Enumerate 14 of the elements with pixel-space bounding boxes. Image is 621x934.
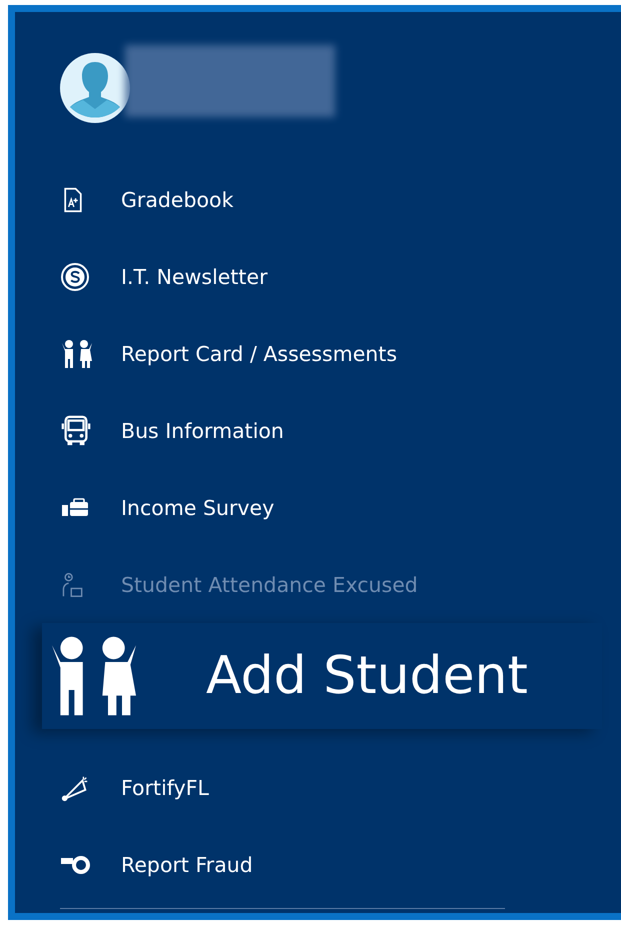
callout-label: Add Student <box>206 646 528 706</box>
menu-item[interactable]: Bus Information <box>60 392 284 469</box>
menu-item[interactable]: Income Survey <box>60 469 274 546</box>
whistle-icon <box>60 854 92 874</box>
menu-item[interactable]: Report Card / Assessments <box>60 315 398 392</box>
menu-item[interactable]: I.T. Newsletter <box>60 238 268 315</box>
menu-item[interactable]: FortifyFL <box>60 749 209 826</box>
circle-s-icon <box>60 262 90 292</box>
menu-item[interactable]: Gradebook <box>60 161 234 238</box>
briefcase-icon <box>60 498 90 518</box>
add-student-callout[interactable]: Add Student <box>42 623 602 729</box>
menu-item[interactable]: Report Fraud <box>60 826 253 903</box>
bus-icon <box>60 414 92 446</box>
children-icon <box>60 338 94 368</box>
